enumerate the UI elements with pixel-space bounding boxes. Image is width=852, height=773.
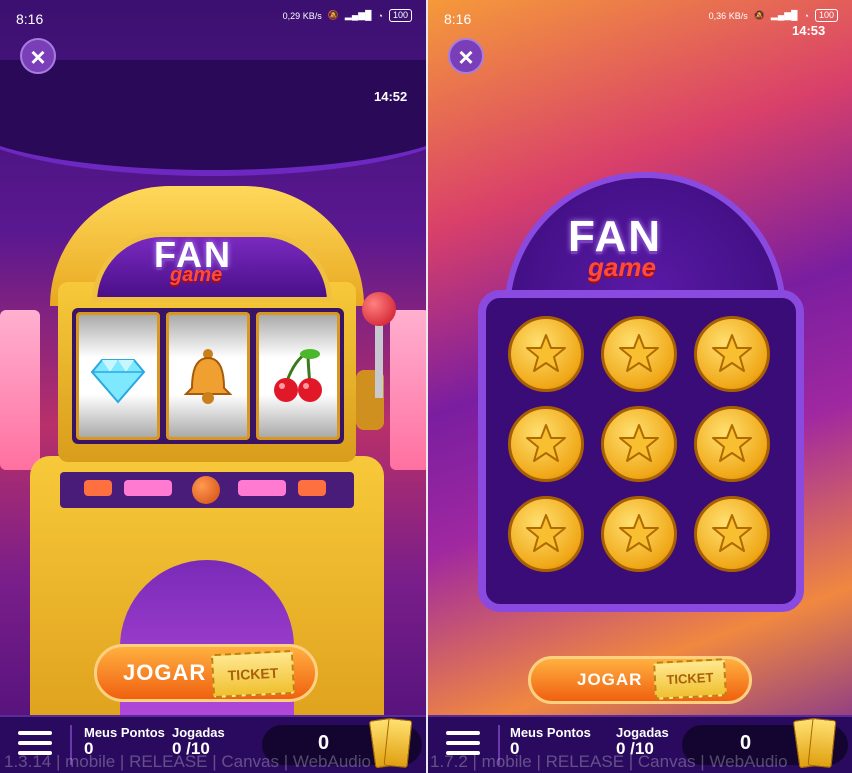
slot-game-screen: 8:16 0,29 KB/s 🔕 ▂▄▆█ ◔ 100 × 14:52 FAN …	[0, 0, 426, 773]
points-label: Meus Pontos	[510, 725, 591, 740]
wifi-icon: ◔	[377, 10, 383, 21]
mute-icon: 🔕	[753, 10, 765, 20]
bottom-bar: Meus Pontos 0 Jogadas 0 /10 0 1.3.14 | m…	[0, 715, 426, 773]
logo-game: game	[588, 252, 656, 282]
bottom-bar: Meus Pontos 0 Jogadas 0 /10 0 1.7.2 | mo…	[428, 715, 852, 773]
panel-light	[124, 480, 172, 496]
cherry-icon	[274, 349, 322, 402]
reel-2	[166, 312, 250, 440]
left-light-pillar	[0, 310, 40, 470]
net-speed: 0,36 KB/s	[708, 10, 748, 21]
ticket-badge: TICKET	[210, 649, 296, 699]
star-icon	[526, 334, 566, 372]
game-clock: 14:53	[792, 23, 826, 38]
mute-icon: 🔕	[327, 10, 339, 20]
plays-label: Jogadas	[172, 725, 225, 740]
tickets-icon[interactable]	[792, 717, 837, 771]
coin-9[interactable]	[694, 496, 770, 572]
coin-game-screen: 8:16 0,36 KB/s 🔕 ▂▄▆█ ◔ 100 14:53 × FAN …	[428, 0, 852, 773]
close-button[interactable]: ×	[448, 38, 484, 74]
coin-5[interactable]	[601, 406, 677, 482]
status-time: 8:16	[444, 11, 472, 27]
ticket-badge: TICKET	[653, 658, 727, 700]
signal-icon: ▂▄▆█	[770, 10, 798, 20]
reel-1	[76, 312, 160, 440]
net-speed: 0,29 KB/s	[282, 10, 322, 21]
reel-3	[256, 312, 340, 440]
coin-2[interactable]	[601, 316, 677, 392]
coin-7[interactable]	[508, 496, 584, 572]
coin-3[interactable]	[694, 316, 770, 392]
plays-label: Jogadas	[616, 725, 669, 740]
star-icon	[712, 424, 752, 462]
star-icon	[712, 514, 752, 552]
star-icon	[526, 514, 566, 552]
game-clock: 14:52	[374, 89, 408, 104]
star-icon	[619, 334, 659, 372]
wifi-icon: ◔	[803, 10, 809, 21]
slot-machine: FAN game	[30, 186, 384, 716]
coin-1[interactable]	[508, 316, 584, 392]
bell-icon	[183, 349, 233, 404]
panel-light	[238, 480, 286, 496]
panel-light	[298, 480, 326, 496]
control-panel	[60, 472, 354, 508]
signal-icon: ▂▄▆█	[344, 10, 372, 20]
panel-light	[84, 480, 112, 496]
logo-game: game	[170, 264, 223, 286]
ceiling-arch	[0, 60, 426, 176]
lever-handle[interactable]	[362, 292, 396, 326]
star-icon	[619, 514, 659, 552]
star-icon	[526, 424, 566, 462]
points-label: Meus Pontos	[84, 725, 165, 740]
spin-knob	[192, 476, 220, 504]
star-icon	[619, 424, 659, 462]
status-bar: 8:16 0,29 KB/s 🔕 ▂▄▆█ ◔ 100	[0, 0, 426, 32]
status-bar: 8:16 0,36 KB/s 🔕 ▂▄▆█ ◔ 100	[428, 0, 852, 32]
coin-4[interactable]	[508, 406, 584, 482]
right-light-pillar	[390, 310, 426, 470]
build-info: 1.3.14 | mobile | RELEASE | Canvas | Web…	[4, 752, 371, 771]
coin-8[interactable]	[601, 496, 677, 572]
close-button[interactable]: ×	[20, 38, 56, 74]
reels	[72, 308, 344, 444]
diamond-icon	[90, 359, 146, 404]
battery-icon: 100	[814, 9, 838, 22]
tickets-icon[interactable]	[368, 717, 413, 771]
battery-icon: 100	[388, 9, 412, 22]
star-icon	[712, 334, 752, 372]
coin-6[interactable]	[694, 406, 770, 482]
build-info: 1.7.2 | mobile | RELEASE | Canvas | WebA…	[430, 752, 788, 771]
status-time: 8:16	[16, 11, 44, 27]
